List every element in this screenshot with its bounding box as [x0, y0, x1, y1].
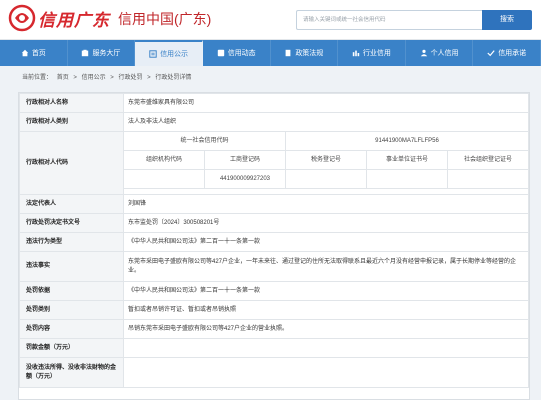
- site-header: 信用广东 信用中国(广东) 请输入关键词或统一社会信用代码 搜索: [0, 0, 541, 40]
- nav-item-promise[interactable]: 信用承诺: [473, 40, 541, 66]
- breadcrumb-publicity[interactable]: 信用公示: [82, 75, 106, 81]
- table-row: 没收违法所得、没收非法财物的金额（万元）: [19, 357, 529, 388]
- nav-item-policy[interactable]: 政策法规: [271, 40, 339, 66]
- field-label: 处罚内容: [19, 319, 124, 339]
- nav-item-label: 个人信用: [430, 50, 459, 57]
- nav-item-label: 首页: [31, 50, 46, 57]
- sub-header: 工商登记码: [204, 150, 286, 170]
- field-label: 行政相对人名称: [19, 93, 124, 113]
- breadcrumb-separator: >: [73, 75, 77, 81]
- nav-item-label: 行业信用: [362, 50, 391, 57]
- table-row: 行政相对人名称 东莞市盛维家具有限公司: [19, 93, 529, 113]
- table-row: 违法行为类型 《中华人民共和国公司法》第二百一十一条第一款: [19, 232, 529, 252]
- main-nav: 首页 服务大厅 信用公示 信用动态 政策法规 行业信用 个人信用 信用承诺: [0, 40, 541, 66]
- field-label: 行政相对人代码: [19, 131, 124, 195]
- penalty-detail-panel: 行政相对人名称 东莞市盛维家具有限公司 行政相对人类别 法人及非法人组织 行政相…: [18, 92, 530, 400]
- promise-icon: [487, 50, 495, 57]
- service-icon: [82, 49, 89, 57]
- party-type-value: 法人及非法人组织: [123, 112, 529, 132]
- field-label: 法定代表人: [19, 194, 124, 214]
- sub-header: 社会组织登记证号: [447, 150, 529, 170]
- decision-no-value: 东市监处罚〔2024〕300508201号: [123, 213, 529, 233]
- breadcrumb-home[interactable]: 首页: [57, 75, 69, 81]
- nav-item-label: 服务大厅: [92, 50, 121, 57]
- confiscation-value: [123, 357, 529, 388]
- nav-item-home[interactable]: 首页: [0, 40, 68, 66]
- field-label: 罚款金额（万元）: [19, 338, 124, 358]
- table-row: 处罚内容 吊销东莞市采田电子盛欧有限公司等427户企业的营业执照。: [19, 319, 529, 339]
- field-label: 处罚依据: [19, 281, 124, 301]
- breadcrumb-separator: >: [110, 75, 114, 81]
- breadcrumb-prefix: 当前位置：: [22, 75, 53, 81]
- breadcrumb-current: 行政处罚详情: [155, 75, 192, 81]
- policy-icon: [285, 49, 291, 57]
- sub-value: [285, 169, 367, 189]
- legal-rep-value: 刘国锋: [123, 194, 529, 214]
- home-icon: [21, 49, 29, 57]
- nav-item-label: 政策法规: [295, 50, 324, 57]
- sub-value: [123, 169, 205, 189]
- publicity-icon: [149, 50, 157, 58]
- sub-value: 441900009927203: [204, 169, 286, 189]
- sub-header: 事业单位证书号: [366, 150, 448, 170]
- category-value: 暂扣或者吊销许可证、暂扣或者吊销执照: [123, 300, 529, 320]
- person-icon: [420, 49, 427, 57]
- field-label: 处罚类别: [19, 300, 124, 320]
- fine-value: [123, 338, 529, 358]
- party-name-value: 东莞市盛维家具有限公司: [123, 93, 529, 113]
- breadcrumb: 当前位置： 首页 > 信用公示 > 行政处罚 > 行政处罚详情: [22, 72, 194, 81]
- penalty-detail-table: 行政相对人名称 东莞市盛维家具有限公司 行政相对人类别 法人及非法人组织 行政相…: [19, 93, 529, 388]
- sub-value: [366, 169, 448, 189]
- field-label: 没收违法所得、没收非法财物的金额（万元）: [19, 357, 124, 388]
- search-button[interactable]: 搜索: [482, 10, 532, 30]
- sub-header: 组织机构代码: [123, 150, 205, 170]
- breadcrumb-separator: >: [147, 75, 151, 81]
- table-row: 处罚依据 《中华人民共和国公司法》第二百一十一条第一款: [19, 281, 529, 301]
- field-label: 行政相对人类别: [19, 112, 124, 132]
- table-row: 法定代表人 刘国锋: [19, 194, 529, 214]
- table-row: 行政相对人代码 统一社会信用代码 91441900MA7LFLFP56: [19, 131, 529, 195]
- site-title[interactable]: 信用广东: [38, 6, 110, 31]
- nav-item-publicity[interactable]: 信用公示: [135, 40, 203, 66]
- credit-seal-logo-icon[interactable]: [6, 4, 38, 32]
- basis-value: 《中华人民共和国公司法》第二百一十一条第一款: [123, 281, 529, 301]
- content-value: 吊销东莞市采田电子盛欧有限公司等427户企业的营业执照。: [123, 319, 529, 339]
- field-label: 违法行为类型: [19, 232, 124, 252]
- search-input[interactable]: 请输入关键词或统一社会信用代码: [296, 10, 482, 30]
- table-row: 违法事实 东莞市采田电子盛欧有限公司等427户企业，一年未来往、通过登记的住所无…: [19, 251, 529, 282]
- site-subtitle: 信用中国(广东): [118, 11, 212, 27]
- nav-item-label: 信用承诺: [498, 50, 527, 57]
- table-row: 行政相对人类别 法人及非法人组织: [19, 112, 529, 132]
- nav-item-label: 信用动态: [227, 50, 256, 57]
- nav-item-person[interactable]: 个人信用: [406, 40, 474, 66]
- nav-item-label: 信用公示: [160, 51, 189, 58]
- nav-item-industry[interactable]: 行业信用: [338, 40, 406, 66]
- violation-type-value: 《中华人民共和国公司法》第二百一十一条第一款: [123, 232, 529, 252]
- facts-value: 东莞市采田电子盛欧有限公司等427户企业，一年未来往、通过登记的住所无法取得联系…: [123, 251, 529, 282]
- news-icon: [217, 49, 224, 57]
- field-label: 违法事实: [19, 251, 124, 282]
- table-row: 行政处罚决定书文号 东市监处罚〔2024〕300508201号: [19, 213, 529, 233]
- table-row: 处罚类别 暂扣或者吊销许可证、暂扣或者吊销执照: [19, 300, 529, 320]
- field-label: 行政处罚决定书文号: [19, 213, 124, 233]
- industry-icon: [352, 50, 360, 57]
- table-row: 罚款金额（万元）: [19, 338, 529, 358]
- nav-item-news[interactable]: 信用动态: [203, 40, 271, 66]
- sub-header: 税务登记号: [285, 150, 367, 170]
- usc-code-label: 统一社会信用代码: [123, 131, 286, 151]
- sub-value: [447, 169, 529, 189]
- nav-item-service[interactable]: 服务大厅: [68, 40, 136, 66]
- usc-code-value: 91441900MA7LFLFP56: [285, 131, 529, 151]
- breadcrumb-penalty[interactable]: 行政处罚: [118, 75, 142, 81]
